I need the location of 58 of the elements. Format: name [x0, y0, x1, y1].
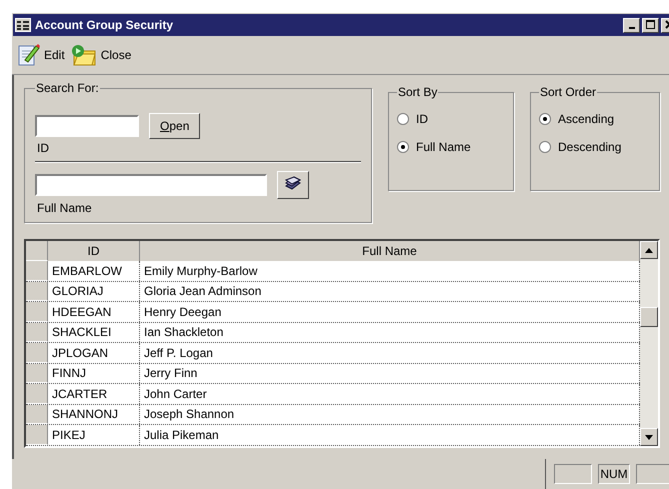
row-selector[interactable]	[26, 282, 48, 301]
radio-label: Full Name	[416, 140, 471, 154]
name-input-field[interactable]	[35, 174, 267, 196]
row-selector[interactable]	[26, 261, 48, 280]
group-title: Sort Order	[539, 85, 598, 99]
scroll-thumb[interactable]	[640, 307, 658, 327]
row-selector[interactable]	[26, 404, 48, 424]
group-title: Search For:	[35, 81, 100, 95]
table-cell: EMBARLOW	[48, 261, 140, 280]
radio-button[interactable]	[539, 113, 551, 125]
window-title: Account Group Security	[35, 18, 174, 32]
status-panel	[636, 464, 669, 484]
row-selector[interactable]	[26, 343, 48, 362]
toolbar-button[interactable]: Close	[70, 43, 132, 67]
table-cell: HDEEGAN	[48, 302, 140, 322]
folder-icon	[70, 43, 97, 67]
open-button[interactable]: Open	[149, 113, 200, 139]
table-cell: FINNJ	[48, 364, 140, 383]
window-icon	[15, 18, 31, 32]
stacked-cards-icon	[284, 176, 302, 192]
radio-label: Ascending	[558, 112, 614, 126]
radio-label: Descending	[558, 140, 622, 154]
table-cell: PIKEJ	[48, 425, 140, 444]
scroll-up-button[interactable]	[640, 241, 658, 259]
table-cell: GLORIAJ	[48, 282, 140, 301]
status-panel: NUM	[598, 464, 630, 484]
row-selector[interactable]	[26, 384, 48, 404]
group-title: Sort By	[397, 85, 438, 99]
maximize-button[interactable]	[642, 18, 659, 32]
find-button[interactable]	[277, 171, 309, 199]
minimize-icon	[628, 27, 634, 29]
radio-button[interactable]	[539, 141, 551, 153]
up-arrow-icon	[645, 248, 653, 252]
row-selector[interactable]	[26, 322, 48, 342]
radio-button[interactable]	[397, 141, 409, 153]
column-header[interactable]: Full Name	[140, 241, 640, 261]
row-selector[interactable]	[26, 364, 48, 383]
toolbar-button[interactable]: Edit	[18, 43, 65, 67]
status-panel	[554, 464, 592, 484]
minimize-button[interactable]	[623, 18, 640, 32]
id-input-field[interactable]	[35, 115, 139, 137]
maximize-icon	[646, 20, 656, 30]
table-cell: JCARTER	[48, 384, 140, 404]
pencil-document-icon	[18, 43, 40, 67]
scroll-down-button[interactable]	[640, 428, 658, 446]
row-selector[interactable]	[26, 302, 48, 322]
row-selector[interactable]	[26, 425, 48, 444]
radio-button[interactable]	[397, 113, 409, 125]
field-label: Full Name	[37, 201, 93, 215]
table-cell: SHACKLEI	[48, 322, 140, 342]
scrollbar[interactable]	[640, 241, 658, 446]
down-arrow-icon	[645, 434, 653, 440]
radio-label: ID	[416, 112, 428, 126]
field-label: ID	[37, 141, 50, 155]
table-cell: JPLOGAN	[48, 343, 140, 362]
table-cell: SHANNONJ	[48, 404, 140, 424]
row-header	[26, 241, 48, 261]
column-header[interactable]: ID	[48, 241, 140, 261]
